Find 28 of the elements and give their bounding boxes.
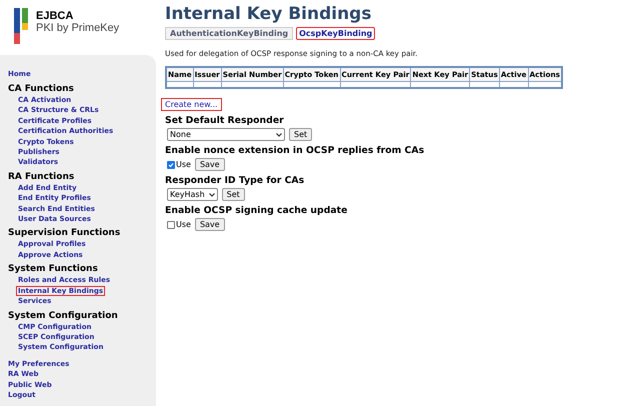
save-button[interactable]: Save — [194, 158, 225, 171]
checkbox-label: Use — [176, 220, 191, 229]
section-heading: Enable nonce extension in OCSP replies from CAs — [165, 144, 424, 158]
sidebar-heading: System Functions — [8, 264, 99, 276]
checkbox[interactable] — [167, 220, 175, 228]
section-heading: Enable OCSP signing cache update — [165, 204, 348, 218]
sidebar-heading: System Configuration — [8, 310, 119, 322]
set-button[interactable]: Set — [289, 128, 312, 141]
tab[interactable]: OcspKeyBinding — [296, 27, 376, 40]
logo-name: EJBCA — [36, 10, 74, 22]
checkbox-label: Use — [176, 160, 191, 169]
section-heading: Set Default Responder — [165, 114, 284, 128]
checkbox[interactable] — [167, 160, 175, 168]
set-button[interactable]: Set — [222, 188, 245, 201]
sidebar-heading: RA Functions — [8, 172, 76, 183]
caret-icon — [276, 132, 282, 136]
dropdown[interactable]: None — [167, 128, 285, 141]
caret-icon — [208, 192, 215, 196]
sidebar-heading: CA Functions — [8, 84, 75, 95]
section-heading: Responder ID Type for CAs — [165, 174, 304, 188]
logo-tagline: PKI by PrimeKey — [36, 22, 120, 35]
page-title: Internal Key Bindings — [165, 3, 372, 25]
dropdown[interactable]: KeyHash — [167, 188, 218, 201]
create-link[interactable]: Create new... — [161, 98, 222, 111]
tab[interactable]: AuthenticationKeyBinding — [165, 27, 294, 40]
logo-icon — [14, 8, 28, 44]
sidebar-heading: Supervision Functions — [8, 228, 122, 240]
save-button[interactable]: Save — [194, 218, 225, 231]
